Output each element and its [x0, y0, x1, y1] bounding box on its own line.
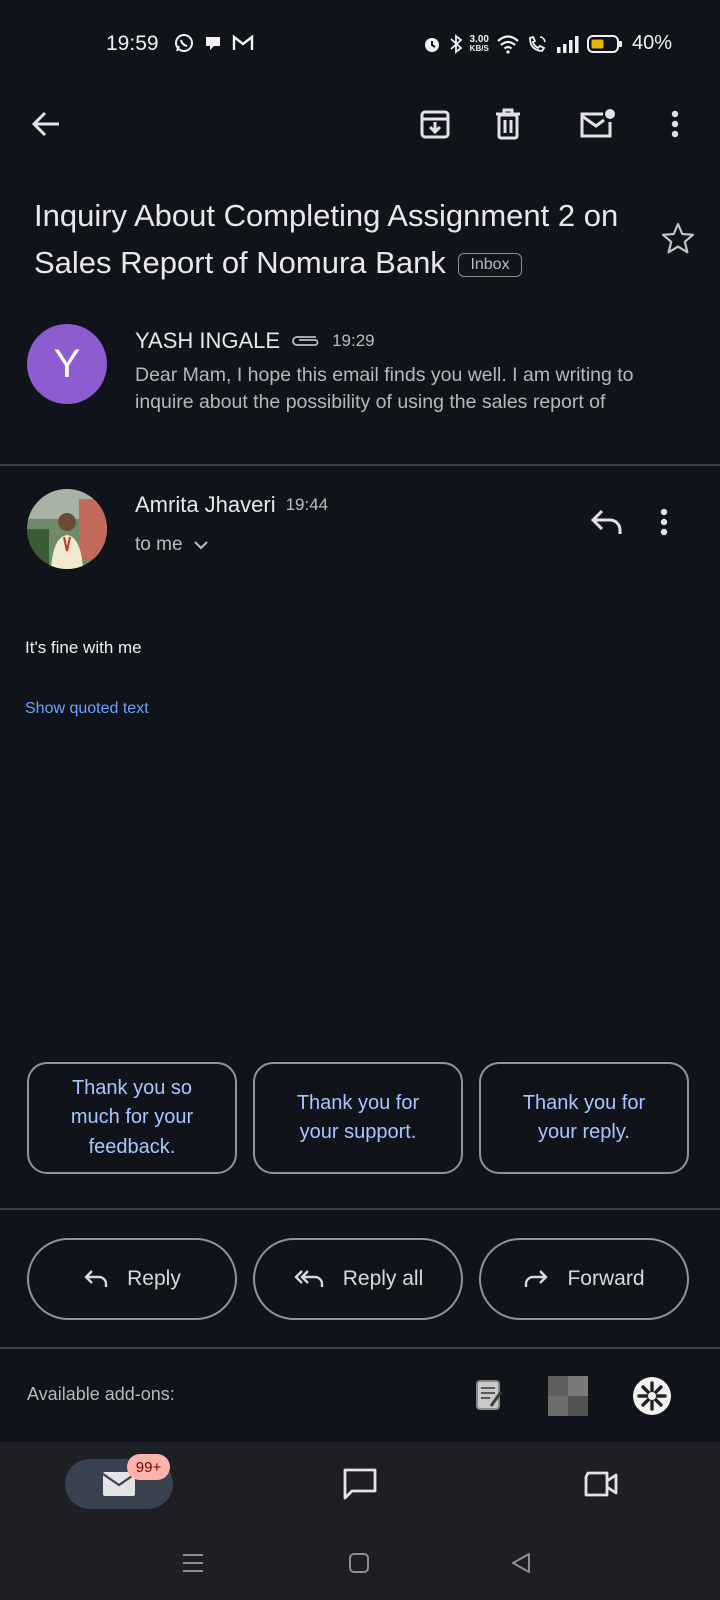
email-subject: Inquiry About Completing Assignment 2 on… — [34, 192, 654, 286]
addons-label: Available add-ons: — [27, 1384, 175, 1404]
more-vert-icon — [671, 110, 679, 138]
back-triangle-icon — [510, 1552, 532, 1574]
star-icon — [661, 222, 695, 254]
message-time: 19:29 — [332, 331, 375, 350]
recent-apps-button[interactable] — [181, 1552, 205, 1574]
recipient-details-toggle[interactable]: to me — [135, 534, 209, 556]
chevron-down-icon — [193, 540, 209, 550]
nav-chat-tab[interactable] — [342, 1467, 378, 1501]
attachment-icon — [290, 333, 322, 349]
message-snippet[interactable]: Dear Mam, I hope this email finds you we… — [135, 362, 695, 416]
recipient-text: to me — [135, 534, 183, 555]
wifi-icon — [496, 34, 520, 54]
network-speed-value: 3.00 — [469, 33, 489, 45]
message-header[interactable]: YASH INGALE 19:29 — [135, 328, 375, 354]
battery-icon — [586, 34, 623, 54]
mark-unread-icon — [579, 108, 617, 140]
whatsapp-icon — [174, 33, 194, 53]
alarm-icon — [422, 34, 442, 54]
menu-lines-icon — [181, 1552, 205, 1574]
section-divider — [0, 1208, 720, 1210]
status-system-icons: 3.00 KB/S 40% — [422, 32, 672, 55]
addon-zapier[interactable] — [632, 1376, 672, 1416]
notes-addon-icon — [474, 1378, 504, 1412]
sender-name: YASH INGALE — [135, 328, 281, 353]
message-time: 19:44 — [285, 495, 329, 514]
reply-icon — [83, 1268, 109, 1290]
addon-notes[interactable] — [474, 1378, 504, 1412]
signal-icon — [556, 35, 580, 53]
sender-name: Amrita Jhaveri — [135, 492, 276, 517]
chat-bubble-icon — [203, 33, 223, 53]
archive-button[interactable] — [411, 100, 459, 148]
home-button[interactable] — [348, 1552, 370, 1574]
delete-icon — [494, 108, 522, 140]
video-camera-icon — [583, 1470, 619, 1498]
status-notification-icons — [174, 33, 254, 53]
unread-count-badge: 99+ — [127, 1454, 170, 1480]
star-button[interactable] — [661, 222, 695, 254]
system-back-button[interactable] — [510, 1552, 532, 1574]
section-divider — [0, 1347, 720, 1349]
reply-all-button[interactable]: Reply all — [253, 1238, 463, 1320]
reply-button[interactable]: Reply — [27, 1238, 237, 1320]
sender-photo-avatar[interactable] — [27, 489, 107, 569]
gmail-icon — [232, 34, 254, 52]
network-speed-unit: KB/S — [469, 43, 489, 53]
message-divider — [0, 464, 720, 466]
back-button[interactable] — [22, 100, 70, 148]
message-header[interactable]: Amrita Jhaveri 19:44 — [135, 492, 328, 518]
message-body: It's fine with me — [25, 638, 142, 657]
bluetooth-icon — [449, 33, 463, 54]
more-options-button[interactable] — [651, 100, 699, 148]
back-arrow-icon — [31, 111, 61, 137]
reply-all-icon — [293, 1268, 325, 1290]
smart-reply-chip[interactable]: Thank you for your reply. — [479, 1062, 689, 1174]
reply-icon — [590, 508, 624, 536]
delete-button[interactable] — [484, 100, 532, 148]
show-quoted-text-link[interactable]: Show quoted text — [25, 700, 149, 718]
sender-avatar[interactable]: Y — [27, 324, 107, 404]
subject-text: Inquiry About Completing Assignment 2 on… — [34, 198, 619, 280]
message-more-button[interactable] — [660, 508, 668, 536]
reply-all-label: Reply all — [342, 1267, 424, 1290]
forward-label: Forward — [567, 1267, 645, 1290]
battery-percentage: 40% — [631, 32, 672, 54]
reply-label: Reply — [127, 1267, 181, 1290]
status-time: 19:59 — [106, 32, 159, 55]
archive-icon — [419, 108, 451, 140]
nav-meet-tab[interactable] — [583, 1470, 619, 1498]
quick-reply-button[interactable] — [590, 508, 624, 536]
smart-reply-chip[interactable]: Thank you so much for your feedback. — [27, 1062, 237, 1174]
forward-icon — [523, 1268, 549, 1290]
blurred-addon-icon — [548, 1376, 588, 1416]
addon-blurred[interactable] — [548, 1376, 588, 1416]
network-speed: 3.00 KB/S — [469, 33, 489, 53]
inbox-label-chip[interactable]: Inbox — [458, 253, 522, 277]
asterisk-addon-icon — [632, 1376, 672, 1416]
chat-icon — [342, 1467, 378, 1501]
smart-reply-chip[interactable]: Thank you for your support. — [253, 1062, 463, 1174]
more-vert-icon — [660, 508, 668, 536]
forward-button[interactable]: Forward — [479, 1238, 689, 1320]
home-square-icon — [348, 1552, 370, 1574]
mark-unread-button[interactable] — [574, 100, 622, 148]
wifi-calling-icon — [527, 34, 549, 54]
